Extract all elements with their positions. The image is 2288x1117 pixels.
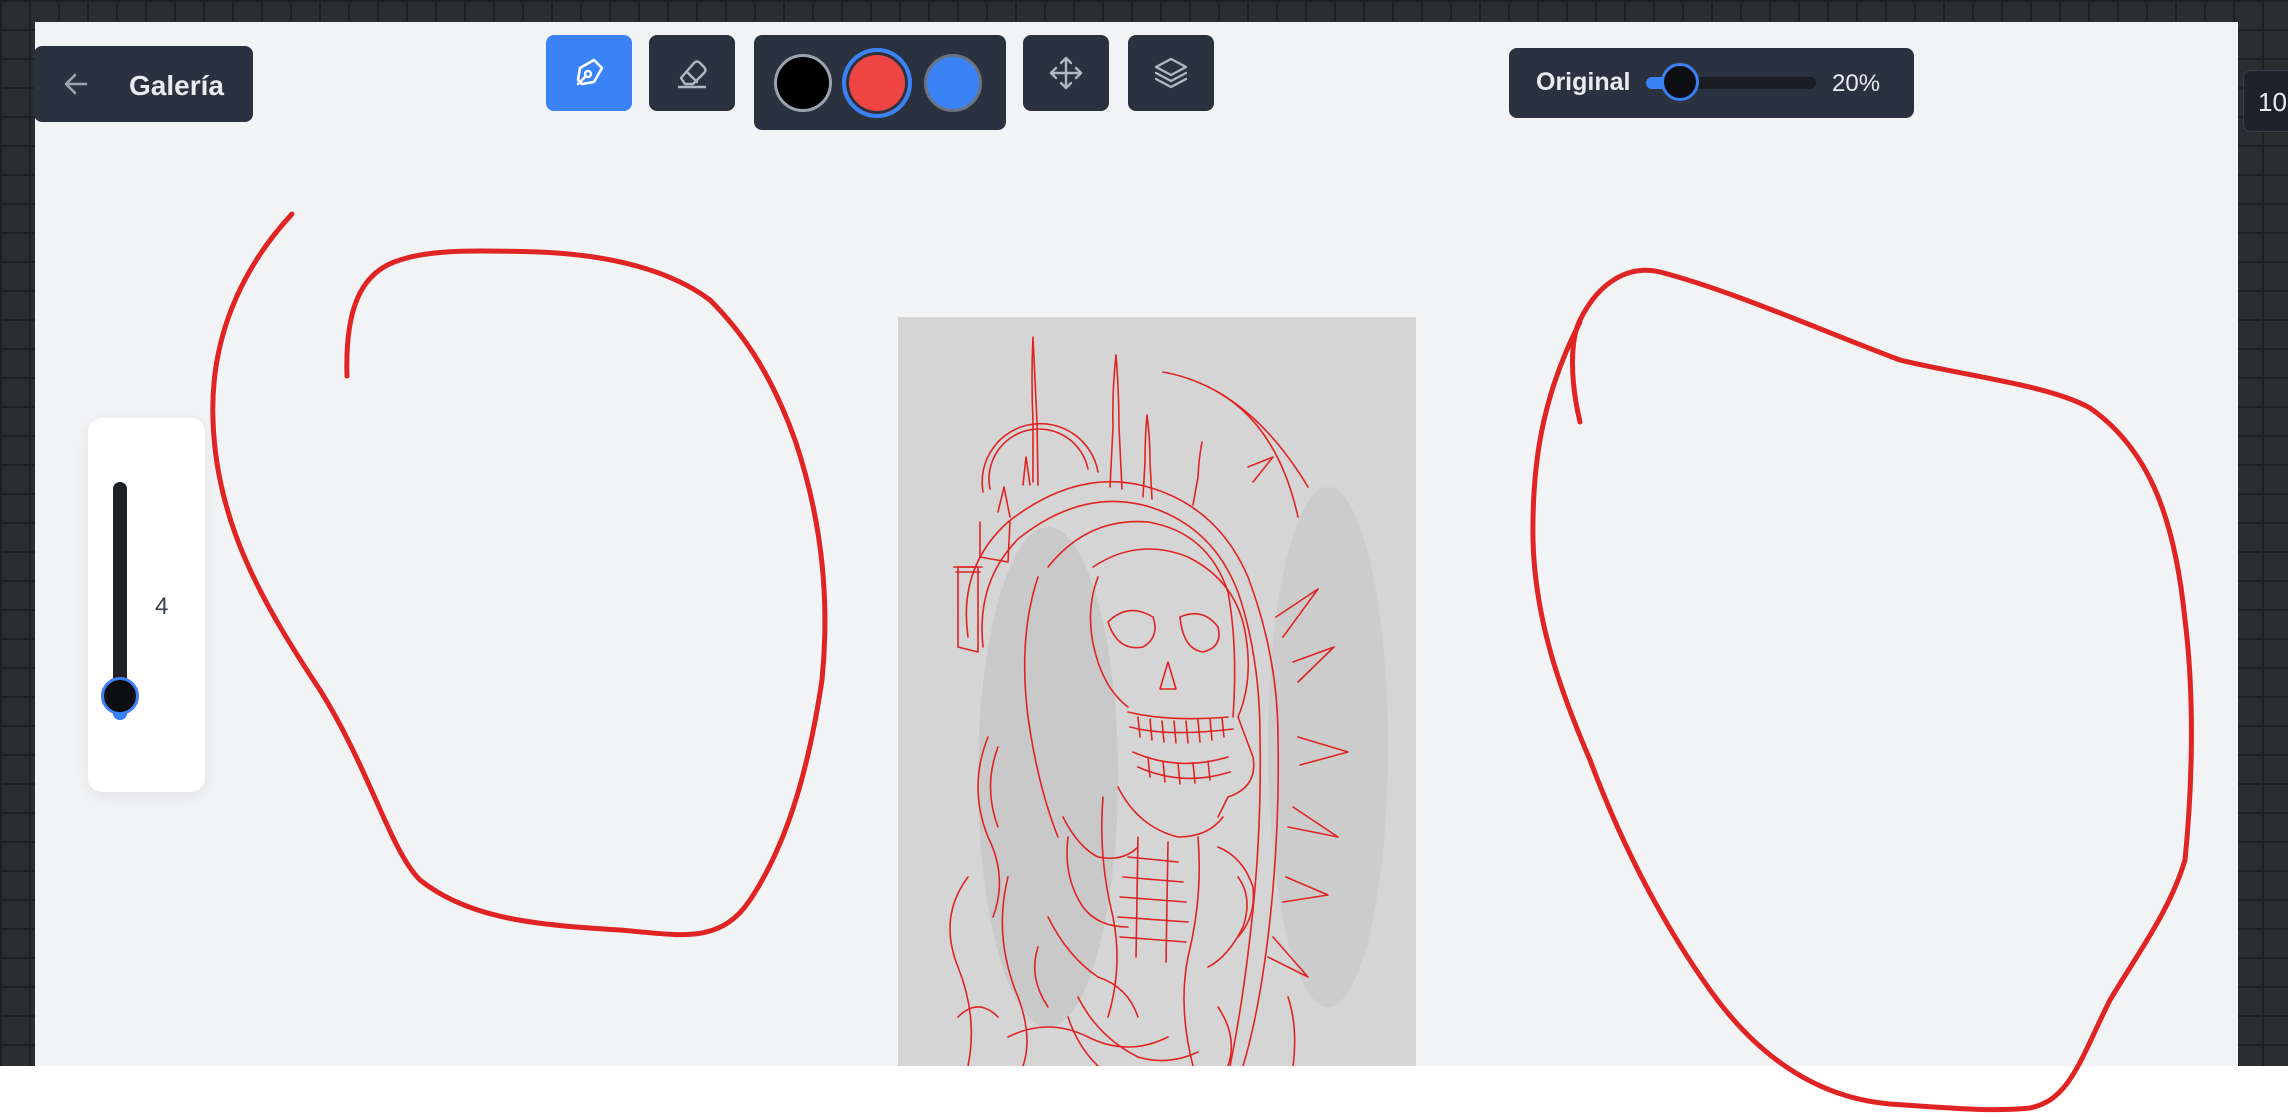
layers-icon: [1154, 57, 1188, 89]
color-palette: [754, 35, 1006, 130]
arrow-left-icon: [64, 73, 88, 95]
reference-artwork: [898, 317, 1416, 1066]
slider-thumb[interactable]: [101, 677, 139, 715]
brush-size-panel: 4: [88, 418, 205, 792]
original-opacity-slider[interactable]: [1646, 63, 1816, 101]
pen-icon: [576, 58, 604, 86]
brush-size-value: 4: [155, 593, 169, 620]
back-to-gallery-button[interactable]: Galería: [34, 46, 253, 122]
bottom-strip: [0, 1066, 2288, 1117]
layers-tool-button[interactable]: [1128, 35, 1214, 111]
original-label: Original: [1536, 68, 1631, 96]
zoom-level-chip[interactable]: 10: [2243, 70, 2288, 132]
original-opacity-value: 20%: [1832, 70, 1881, 97]
color-swatch-red[interactable]: [842, 48, 912, 118]
pen-tool-button[interactable]: [546, 35, 632, 111]
back-label: Galería: [129, 70, 224, 101]
move-tool-button[interactable]: [1023, 35, 1109, 111]
color-swatch-blue[interactable]: [924, 54, 982, 112]
eraser-tool-button[interactable]: [649, 35, 735, 111]
eraser-icon: [677, 60, 707, 89]
move-icon: [1049, 56, 1083, 90]
slider-thumb[interactable]: [1661, 63, 1699, 101]
brush-size-slider[interactable]: [101, 482, 139, 720]
color-swatch-black[interactable]: [774, 54, 832, 112]
original-opacity-control: Original 20%: [1509, 48, 1914, 118]
